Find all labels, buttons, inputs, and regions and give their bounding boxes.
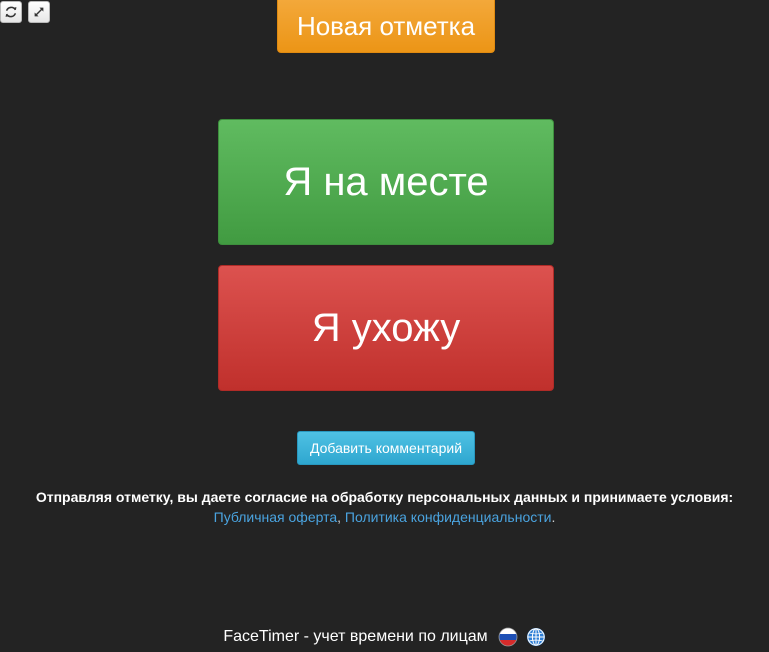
consent-end: . (551, 509, 556, 525)
new-mark-label: Новая отметка (296, 10, 476, 41)
public-offer-link[interactable]: Публичная оферта (214, 509, 338, 525)
russian-flag-icon[interactable] (498, 627, 518, 647)
globe-icon[interactable] (526, 627, 546, 647)
refresh-icon (5, 6, 17, 18)
check-in-button[interactable]: Я на месте (218, 119, 554, 245)
consent-text: Отправляя отметку, вы даете согласие на … (35, 489, 734, 505)
expand-icon (34, 7, 44, 17)
privacy-policy-link[interactable]: Политика конфиденциальности (345, 509, 552, 525)
new-mark-button[interactable]: Новая отметка (277, 0, 495, 53)
check-out-button[interactable]: Я ухожу (218, 265, 554, 391)
check-out-label: Я ухожу (311, 305, 461, 350)
add-comment-button[interactable]: Добавить комментарий (297, 431, 475, 465)
consent-separator: , (337, 509, 342, 525)
page: Новая отметка Я на месте Я ухожу Добавит… (0, 0, 769, 652)
add-comment-label: Добавить комментарий (309, 440, 463, 456)
footer: FaceTimer - учет времени по лицам (0, 624, 769, 650)
check-in-label: Я на месте (283, 159, 489, 204)
refresh-button[interactable] (0, 1, 22, 23)
consent-notice: Отправляя отметку, вы даете согласие на … (0, 487, 769, 527)
footer-brand-text: FaceTimer - учет времени по лицам (223, 628, 488, 645)
consent-links: Публичная оферта, Политика конфиденциаль… (0, 507, 769, 527)
fullscreen-button[interactable] (28, 1, 50, 23)
